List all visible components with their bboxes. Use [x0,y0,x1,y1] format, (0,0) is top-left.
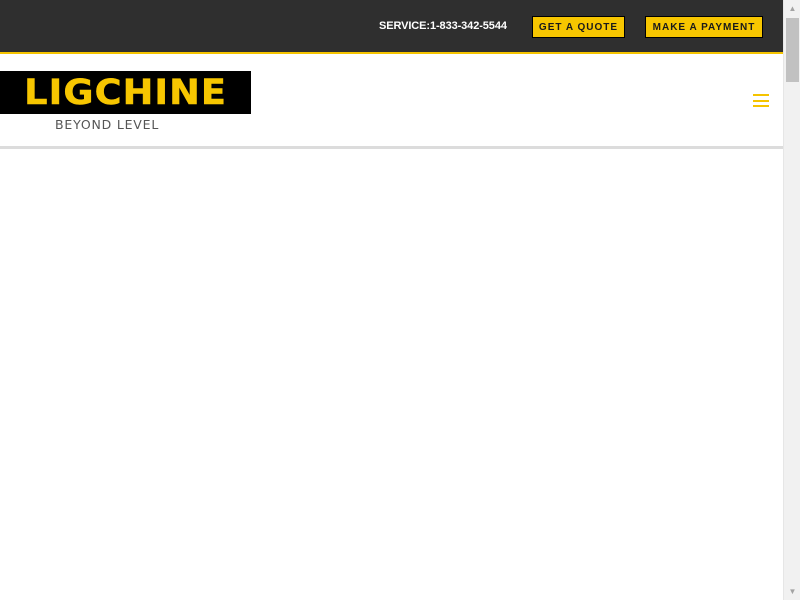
scroll-up-arrow-icon[interactable]: ▲ [784,0,800,17]
page: SERVICE:1-833-342-5544 GET A QUOTE MAKE … [0,0,783,600]
logo-tagline: BEYOND LEVEL [55,117,160,132]
logo-badge: LIGCHINE [0,71,251,114]
ligchine-logo[interactable]: LIGCHINE BEYOND LEVEL [0,71,251,132]
service-phone-number[interactable]: 1-833-342-5544 [430,20,507,32]
service-label: SERVICE: [379,20,430,32]
site-header: LIGCHINE BEYOND LEVEL [0,56,783,149]
menu-line [753,94,769,96]
menu-line [753,105,769,107]
scrollbar-thumb[interactable] [786,18,799,82]
scroll-down-arrow-icon[interactable]: ▼ [784,583,800,600]
make-a-payment-button[interactable]: MAKE A PAYMENT [645,16,763,38]
menu-line [753,99,769,102]
logo-wordmark: LIGCHINE [24,72,227,113]
get-a-quote-button[interactable]: GET A QUOTE [532,16,625,38]
hamburger-menu-icon[interactable] [753,94,769,107]
service-phone-line[interactable]: SERVICE:1-833-342-5544 [379,20,507,32]
top-utility-bar: SERVICE:1-833-342-5544 GET A QUOTE MAKE … [0,0,783,54]
vertical-scrollbar[interactable]: ▲ ▼ [783,0,800,600]
